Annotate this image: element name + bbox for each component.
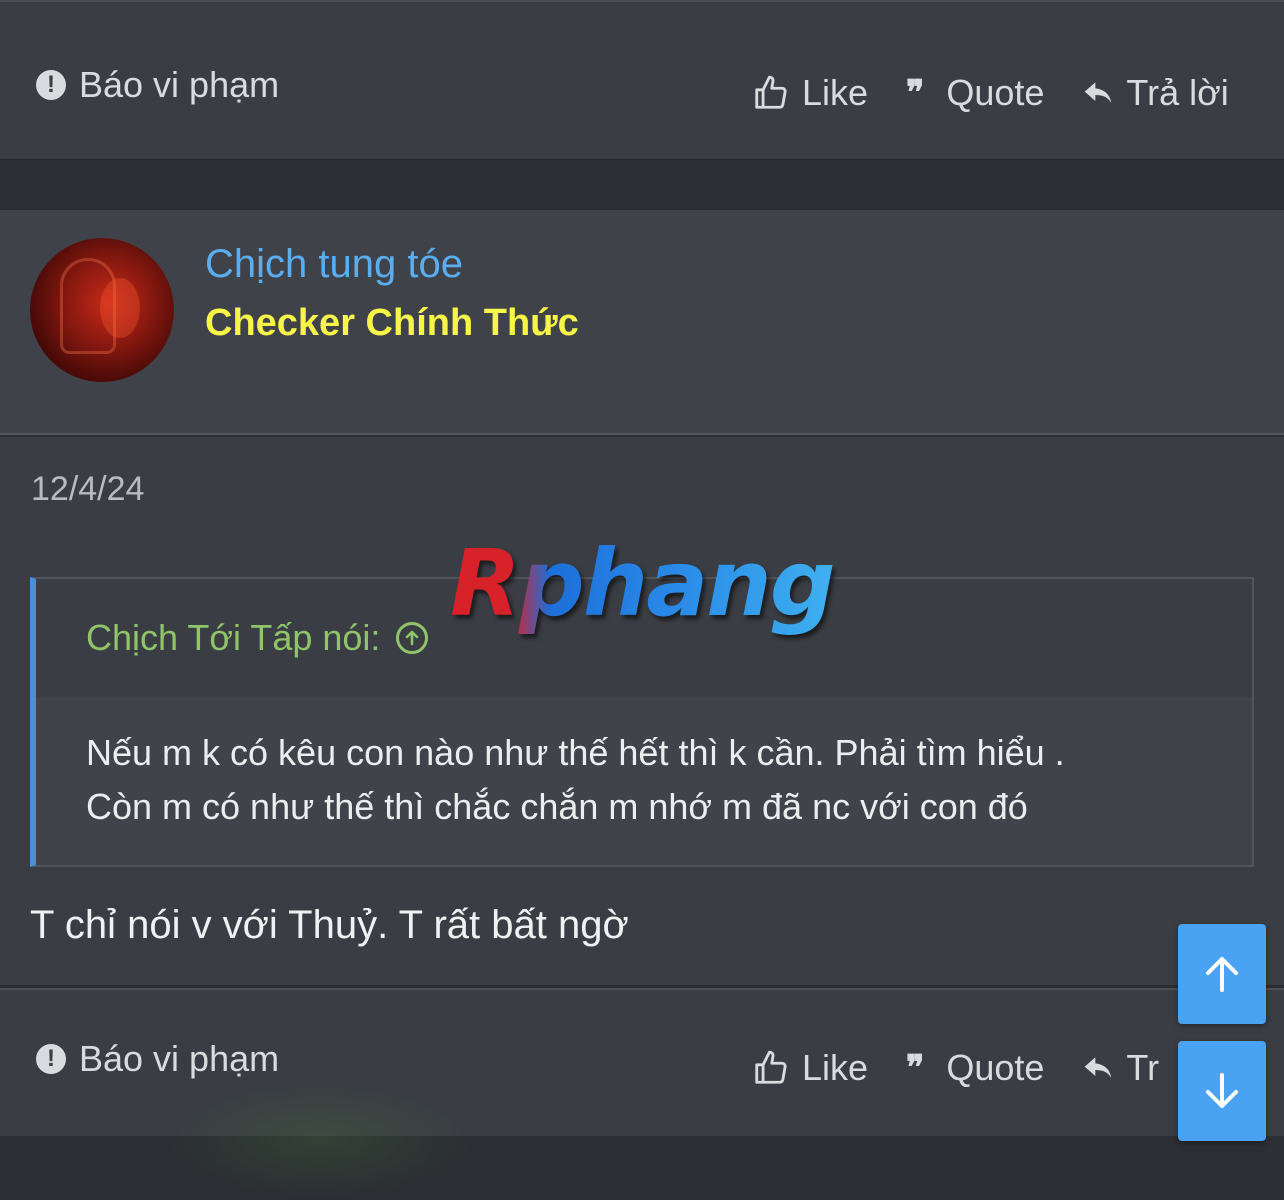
reply-label: Tr	[1126, 1047, 1160, 1088]
quote-label: Quote	[946, 1047, 1045, 1088]
previous-post-actions: ! Báo vi phạm Like ❞ Quote Trả lời	[0, 0, 1284, 160]
arrow-down-icon	[1206, 1073, 1238, 1108]
quote-line: Còn m có như thế thì chắc chắn m nhớ m đ…	[86, 786, 1028, 827]
like-label: Like	[802, 1047, 869, 1088]
arrow-up-icon	[1206, 957, 1238, 992]
avatar[interactable]	[30, 238, 174, 382]
arrow-circle-up-icon[interactable]	[396, 622, 429, 654]
background-glow	[160, 1080, 480, 1200]
quote-author-link[interactable]: Chịch Tới Tấp nói:	[86, 617, 429, 659]
exclamation-circle-icon: !	[36, 1044, 66, 1074]
quote-button[interactable]: ❞ Quote	[906, 1047, 1044, 1089]
thumbs-up-icon	[755, 1050, 787, 1084]
post-message: T chỉ nói v với Thuỷ. T rất bất ngờ	[30, 903, 629, 947]
post-action-group: Like ❞ Quote Tr	[752, 1047, 1159, 1089]
reply-label: Trả lời	[1126, 72, 1229, 113]
thumbs-up-icon	[755, 75, 787, 109]
username[interactable]: Chịch tung tóe	[205, 242, 463, 287]
reply-button[interactable]: Trả lời	[1082, 72, 1229, 114]
like-button[interactable]: Like	[752, 1047, 868, 1089]
watermark-logo: Rphang	[450, 530, 836, 637]
reply-button[interactable]: Tr	[1082, 1047, 1159, 1089]
user-title: Checker Chính Thức	[205, 302, 579, 344]
reply-icon	[1085, 82, 1112, 103]
like-button[interactable]: Like	[752, 72, 868, 114]
post-header	[0, 210, 1284, 435]
like-label: Like	[802, 72, 869, 113]
scroll-bottom-button[interactable]	[1178, 1041, 1266, 1141]
post-date[interactable]: 12/4/24	[31, 470, 144, 509]
report-button[interactable]: ! Báo vi phạm	[36, 1038, 279, 1080]
quote-button[interactable]: ❞ Quote	[906, 72, 1044, 114]
quote-label: Quote	[946, 72, 1045, 113]
exclamation-circle-icon: !	[36, 70, 66, 100]
quote-author: Chịch Tới Tấp nói:	[86, 617, 381, 658]
quote-icon: ❞	[906, 1049, 924, 1087]
report-button[interactable]: ! Báo vi phạm	[36, 64, 279, 106]
quote-line: Nếu m k có kêu con nào như thế hết thì k…	[86, 732, 1065, 773]
scroll-top-button[interactable]	[1178, 924, 1266, 1024]
report-label: Báo vi phạm	[79, 1038, 280, 1079]
quote-icon: ❞	[906, 74, 924, 112]
reply-icon	[1085, 1057, 1112, 1078]
post-action-group: Like ❞ Quote Trả lời	[752, 72, 1229, 114]
report-label: Báo vi phạm	[79, 64, 280, 105]
quote-content: Nếu m k có kêu con nào như thế hết thì k…	[36, 697, 1252, 865]
